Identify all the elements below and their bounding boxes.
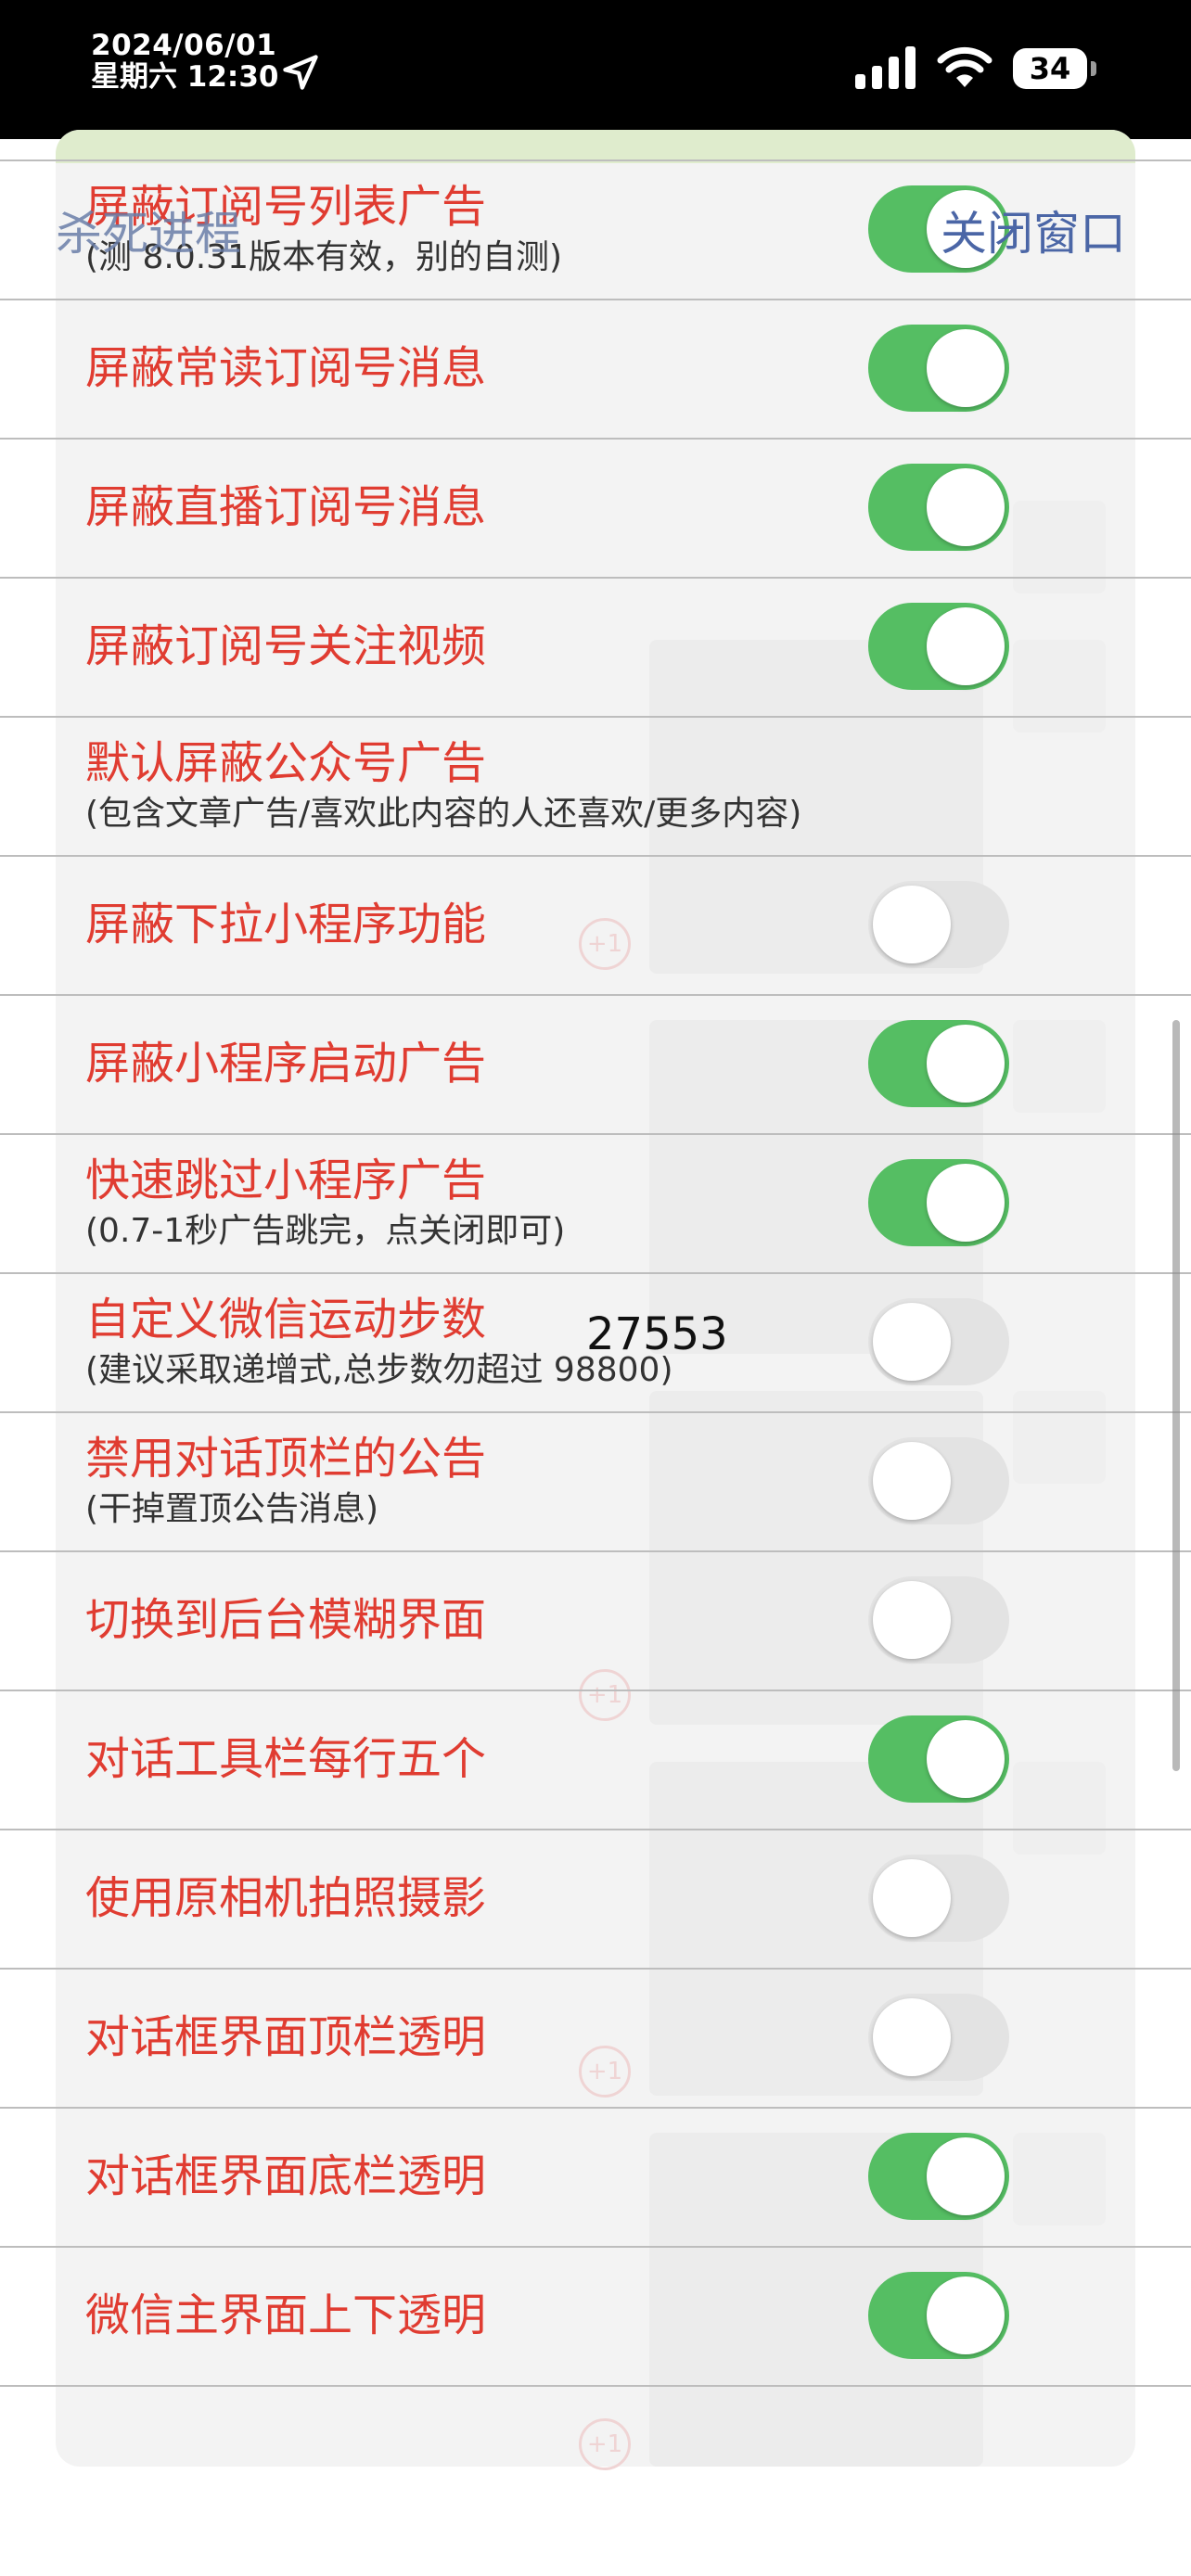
toggle-knob [927,1025,1005,1103]
setting-description: (0.7-1秒广告跳完，点关闭即可) [85,1212,566,1250]
setting-title: 自定义微信运动步数 [85,1294,487,1345]
setting-toggle[interactable] [868,603,1009,690]
toggle-knob [927,607,1005,685]
toggle-knob [927,1164,1005,1242]
settings-row[interactable]: 对话框界面底栏透明 [0,2107,1191,2246]
setting-toggle[interactable] [868,464,1009,551]
setting-title: 快速跳过小程序广告 [85,1154,487,1206]
setting-title: 禁用对话顶栏的公告 [85,1433,487,1485]
toggle-knob [927,468,1005,546]
settings-row[interactable]: 快速跳过小程序广告 (0.7-1秒广告跳完，点关闭即可) [0,1133,1191,1272]
setting-toggle[interactable] [868,881,1009,968]
setting-title: 对话框界面底栏透明 [85,2150,487,2202]
status-time: 星期六 12:30 [91,60,279,94]
settings-row[interactable]: 切换到后台模糊界面 [0,1550,1191,1690]
settings-row[interactable]: 对话框界面顶栏透明 [0,1968,1191,2107]
setting-description: (包含文章广告/喜欢此内容的人还喜欢/更多内容) [85,795,802,833]
setting-toggle[interactable] [868,2133,1009,2220]
setting-toggle[interactable] [868,1020,1009,1107]
setting-toggle[interactable] [868,1715,1009,1803]
settings-row[interactable]: 使用原相机拍照摄影 [0,1829,1191,1968]
step-count-value[interactable]: 27553 [586,1307,728,1361]
setting-toggle[interactable] [868,1576,1009,1664]
setting-title: 对话工具栏每行五个 [85,1733,487,1785]
toggle-knob [927,2276,1005,2354]
location-arrow-icon [283,55,318,90]
cellular-signal-icon [855,46,916,89]
settings-row[interactable]: 禁用对话顶栏的公告 (干掉置顶公告消息) [0,1411,1191,1550]
setting-title: 切换到后台模糊界面 [85,1594,487,1646]
toggle-knob [927,2137,1005,2215]
setting-toggle[interactable] [868,1855,1009,1942]
battery-icon: 34 [1013,48,1087,89]
status-date: 2024/06/01 [91,29,277,62]
settings-row[interactable]: 屏蔽订阅号关注视频 [0,577,1191,716]
setting-title: 对话框界面顶栏透明 [85,2011,487,2063]
setting-title: 微信主界面上下透明 [85,2289,487,2341]
setting-toggle[interactable] [868,2272,1009,2359]
toggle-knob [873,886,951,963]
settings-row[interactable]: 屏蔽直播订阅号消息 [0,438,1191,577]
settings-row[interactable]: 屏蔽小程序启动广告 [0,994,1191,1133]
close-window-button[interactable]: 关闭窗口 [941,206,1126,261]
toggle-knob [927,329,1005,407]
setting-title: 屏蔽下拉小程序功能 [85,899,487,950]
settings-list: 屏蔽订阅号列表广告 (测 8.0.31版本有效，别的自测) 屏蔽常读订阅号消息 屏蔽直… [0,159,1191,2387]
toggle-knob [873,1581,951,1659]
toggle-knob [873,1442,951,1520]
toggle-knob [873,1859,951,1937]
toggle-knob [873,1303,951,1381]
setting-description: (干掉置顶公告消息) [85,1490,379,1528]
scrollbar[interactable] [1172,1020,1180,1771]
setting-description: (建议采取递增式,总步数勿超过 98800) [85,1351,673,1389]
settings-row[interactable]: 自定义微信运动步数 (建议采取递增式,总步数勿超过 98800) 27553 [0,1272,1191,1411]
setting-title: 屏蔽直播订阅号消息 [85,481,487,533]
battery-tip [1091,61,1096,76]
status-bar: 2024/06/01 星期六 12:30 34 [0,0,1191,139]
settings-row[interactable]: 屏蔽常读订阅号消息 [0,299,1191,438]
setting-toggle[interactable] [868,1994,1009,2081]
settings-row[interactable]: 屏蔽下拉小程序功能 [0,855,1191,994]
setting-toggle[interactable] [868,1298,1009,1385]
wifi-icon [937,46,992,87]
setting-title: 默认屏蔽公众号广告 [85,737,487,789]
setting-title: 屏蔽订阅号关注视频 [85,620,487,672]
setting-title: 屏蔽常读订阅号消息 [85,342,487,394]
setting-toggle[interactable] [868,1437,1009,1524]
setting-toggle[interactable] [868,1159,1009,1246]
setting-toggle[interactable] [868,325,1009,412]
background-plus-icon: +1 [579,2418,631,2470]
background-chat-top [56,130,1135,163]
kill-process-button[interactable]: 杀死进程 [56,206,241,261]
settings-row[interactable]: 默认屏蔽公众号广告 (包含文章广告/喜欢此内容的人还喜欢/更多内容) [0,716,1191,855]
setting-title: 屏蔽小程序启动广告 [85,1038,487,1090]
setting-title: 使用原相机拍照摄影 [85,1872,487,1924]
toggle-knob [927,1720,1005,1798]
settings-row[interactable]: 对话工具栏每行五个 [0,1690,1191,1829]
toggle-knob [873,1998,951,2076]
settings-row[interactable]: 微信主界面上下透明 [0,2246,1191,2387]
